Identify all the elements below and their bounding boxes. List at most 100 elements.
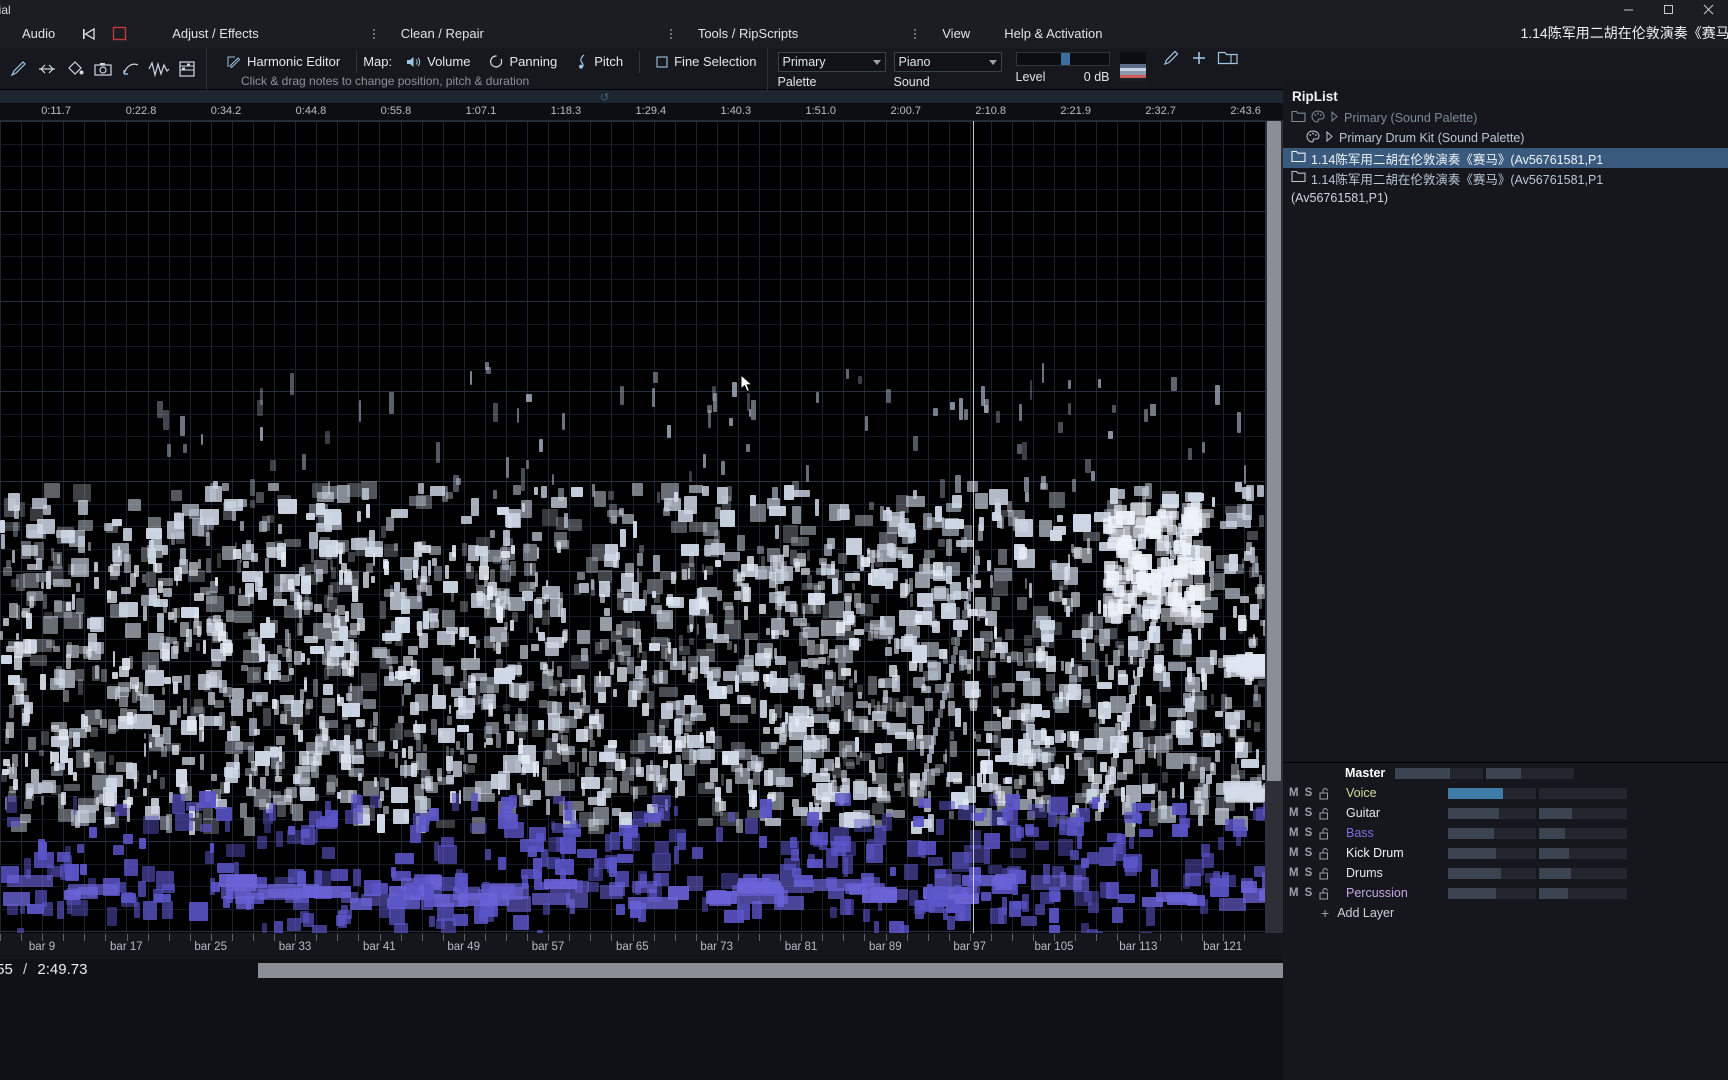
- skip-to-start-icon[interactable]: [81, 26, 97, 42]
- note[interactable]: [1132, 802, 1140, 823]
- note[interactable]: [689, 749, 696, 765]
- note[interactable]: [166, 443, 171, 458]
- note[interactable]: [240, 802, 248, 819]
- level-slider-thumb[interactable]: [1060, 53, 1070, 65]
- note[interactable]: [344, 723, 352, 736]
- note[interactable]: [154, 562, 163, 574]
- note[interactable]: [571, 486, 584, 497]
- note[interactable]: [869, 502, 874, 510]
- note[interactable]: [1138, 803, 1152, 812]
- note[interactable]: [182, 504, 199, 517]
- note[interactable]: [910, 531, 914, 542]
- note[interactable]: [373, 777, 378, 788]
- note[interactable]: [248, 773, 253, 790]
- note[interactable]: [6, 874, 53, 888]
- note[interactable]: [1184, 610, 1197, 623]
- note[interactable]: [1083, 531, 1100, 542]
- note[interactable]: [763, 673, 770, 683]
- note[interactable]: [281, 573, 287, 583]
- note[interactable]: [319, 715, 325, 729]
- note[interactable]: [1005, 629, 1014, 640]
- note[interactable]: [853, 593, 861, 608]
- note[interactable]: [1048, 592, 1054, 601]
- note[interactable]: [725, 779, 733, 794]
- note[interactable]: [1028, 757, 1033, 769]
- note[interactable]: [558, 779, 576, 791]
- note[interactable]: [198, 559, 202, 569]
- note[interactable]: [22, 649, 31, 657]
- note[interactable]: [377, 814, 385, 834]
- note[interactable]: [13, 505, 20, 520]
- note[interactable]: [350, 651, 360, 667]
- note[interactable]: [1117, 488, 1125, 499]
- note[interactable]: [1105, 775, 1112, 785]
- note[interactable]: [217, 634, 221, 643]
- note[interactable]: [409, 496, 427, 506]
- note[interactable]: [1179, 782, 1184, 800]
- note[interactable]: [521, 468, 526, 491]
- time-ruler-area[interactable]: ↺ 0:11.7 0:22.8 0:34.2 0:44.8 0:55.8 1:07.1 1:…: [0, 90, 1283, 121]
- note[interactable]: [275, 831, 283, 847]
- note[interactable]: [152, 699, 165, 715]
- note[interactable]: [1210, 761, 1214, 772]
- note[interactable]: [759, 699, 767, 719]
- note[interactable]: [57, 852, 70, 863]
- note[interactable]: [1049, 797, 1069, 815]
- note[interactable]: [840, 667, 851, 676]
- camera-icon[interactable]: [92, 57, 114, 81]
- mixer-layer-name[interactable]: Guitar: [1343, 806, 1448, 820]
- note[interactable]: [862, 909, 870, 923]
- note[interactable]: [1010, 698, 1015, 708]
- mute-button[interactable]: M: [1289, 867, 1299, 879]
- note[interactable]: [101, 669, 107, 682]
- note[interactable]: [224, 498, 243, 511]
- note[interactable]: [1018, 520, 1028, 533]
- note[interactable]: [840, 503, 850, 520]
- note[interactable]: [1041, 362, 1044, 383]
- note[interactable]: [475, 546, 488, 556]
- note[interactable]: [927, 856, 944, 866]
- note[interactable]: [636, 568, 639, 582]
- note[interactable]: [403, 569, 412, 580]
- note[interactable]: [1016, 671, 1031, 682]
- note[interactable]: [939, 700, 945, 709]
- palette-icon[interactable]: [1311, 110, 1325, 126]
- note[interactable]: [315, 818, 334, 830]
- note[interactable]: [868, 759, 875, 773]
- note[interactable]: [193, 699, 203, 713]
- note[interactable]: [726, 509, 731, 519]
- note[interactable]: [250, 499, 256, 508]
- note[interactable]: [485, 738, 493, 746]
- note[interactable]: [201, 731, 204, 742]
- note[interactable]: [774, 583, 779, 594]
- note[interactable]: [539, 602, 543, 616]
- note[interactable]: [243, 817, 256, 837]
- note[interactable]: [187, 715, 197, 732]
- note[interactable]: [1069, 850, 1079, 860]
- note[interactable]: [928, 813, 935, 832]
- note[interactable]: [896, 495, 909, 513]
- note[interactable]: [920, 741, 924, 756]
- note[interactable]: [230, 699, 244, 716]
- note[interactable]: [458, 789, 461, 804]
- note[interactable]: [1071, 478, 1077, 493]
- note[interactable]: [638, 544, 644, 553]
- note[interactable]: [943, 562, 961, 577]
- note[interactable]: [676, 735, 686, 749]
- note[interactable]: [42, 594, 47, 609]
- note[interactable]: [595, 642, 603, 655]
- note[interactable]: [284, 788, 293, 802]
- note[interactable]: [1176, 709, 1182, 723]
- note[interactable]: [352, 869, 361, 886]
- note[interactable]: [618, 507, 624, 516]
- note[interactable]: [702, 485, 709, 496]
- note[interactable]: [413, 725, 420, 741]
- note[interactable]: [309, 531, 318, 549]
- note[interactable]: [1115, 739, 1122, 749]
- note[interactable]: [829, 907, 837, 918]
- note[interactable]: [430, 719, 438, 735]
- note[interactable]: [608, 881, 625, 896]
- note[interactable]: [656, 766, 668, 783]
- note[interactable]: [489, 704, 493, 717]
- note[interactable]: [352, 586, 359, 602]
